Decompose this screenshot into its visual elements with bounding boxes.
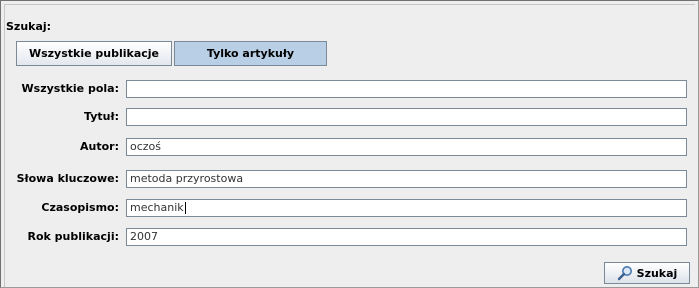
journal-input-value: mechanik [130,201,184,214]
field-row-all-fields: Wszystkie pola: [0,80,699,98]
search-button-label: Szukaj [636,266,678,280]
all-fields-input[interactable] [126,80,687,98]
year-input[interactable]: 2007 [126,228,687,246]
field-row-author: Autor: oczoś [0,138,699,156]
search-button[interactable]: Szukaj [604,262,690,284]
all-fields-label: Wszystkie pola: [21,82,119,95]
journal-input[interactable]: mechanik [126,199,687,217]
magnifier-icon [617,266,632,281]
field-row-year: Rok publikacji: 2007 [0,228,699,246]
field-row-keywords: Słowa kluczowe: metoda przyrostowa [0,170,699,188]
year-label: Rok publikacji: [27,230,120,243]
journal-label: Czasopismo: [41,201,119,214]
field-row-title: Tytuł: [0,108,699,126]
author-input[interactable]: oczoś [126,138,687,156]
tab-articles-only[interactable]: Tylko artykuły [174,41,327,66]
search-heading: Szukaj: [6,20,52,33]
keywords-label: Słowa kluczowe: [16,172,119,185]
title-input[interactable] [126,108,687,126]
author-label: Autor: [80,140,119,153]
title-label: Tytuł: [84,110,119,123]
text-caret [184,202,186,214]
tab-all-publications[interactable]: Wszystkie publikacje [16,41,172,66]
keywords-input[interactable]: metoda przyrostowa [126,170,687,188]
field-row-journal: Czasopismo: mechanik [0,199,699,217]
